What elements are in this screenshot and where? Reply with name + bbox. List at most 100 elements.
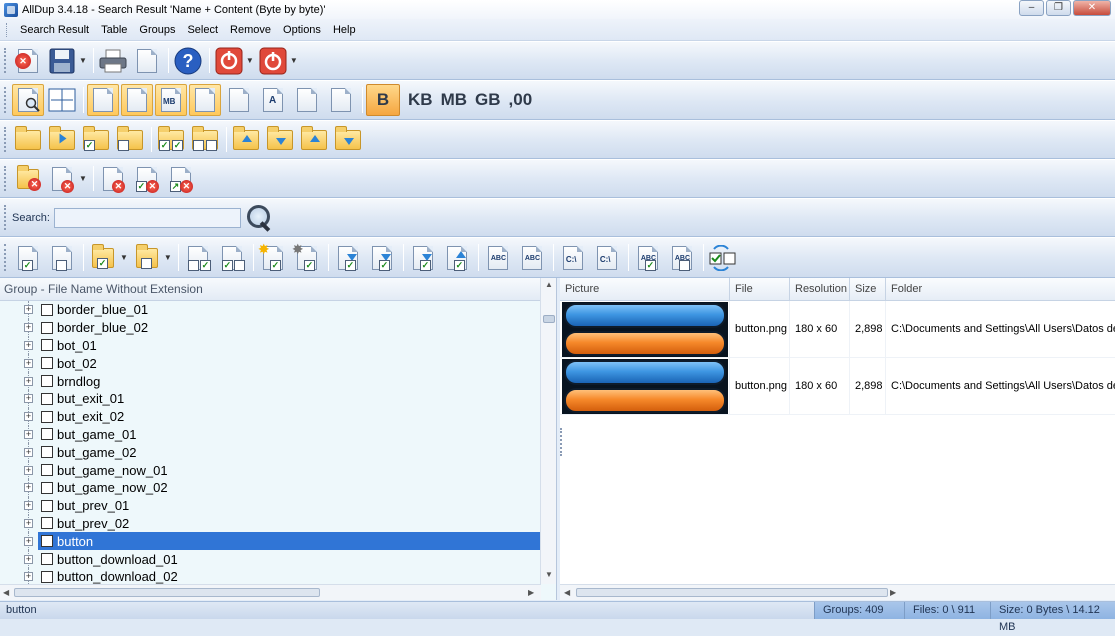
tree-row[interactable]: + but_game_02 (0, 443, 541, 462)
row-checkbox[interactable] (41, 339, 53, 352)
expand-icon[interactable]: + (24, 447, 33, 457)
unit-kb-button[interactable]: KB (408, 90, 433, 110)
row-checkbox[interactable] (41, 481, 53, 494)
row-checkbox[interactable] (41, 392, 53, 405)
expand-icon[interactable]: + (24, 412, 33, 422)
tree-row[interactable]: + button_download_02 (0, 567, 541, 584)
open-folder-button[interactable] (12, 124, 44, 156)
select-shortest-name-button[interactable]: ✓ (407, 242, 439, 274)
delete-files-button[interactable]: ✕ (97, 163, 129, 195)
unselect-by-name-button[interactable]: ABC (666, 242, 698, 274)
row-checkbox[interactable] (41, 464, 53, 477)
delete-shortcut-button[interactable]: ↗ ✕ (165, 163, 197, 195)
save-and-exit-button[interactable] (213, 45, 245, 77)
select-folder-dropdown-icon[interactable]: ▼ (120, 253, 128, 262)
close-results-button[interactable]: ✕ (12, 45, 44, 77)
select-except-last-button[interactable]: ✓ (216, 242, 248, 274)
power-dropdown-icon[interactable]: ▼ (290, 56, 298, 65)
select-in-folder-button[interactable]: ✓ (87, 242, 119, 274)
scrollbar-thumb[interactable] (543, 315, 555, 323)
column-date-button[interactable] (189, 84, 221, 116)
menu-table[interactable]: Table (95, 20, 133, 40)
tree-row[interactable]: + border_blue_02 (0, 318, 541, 337)
tree-row[interactable]: + but_prev_02 (0, 514, 541, 533)
invert-selection-button[interactable] (707, 242, 739, 274)
exit-button[interactable] (257, 45, 289, 77)
tree-row-selected[interactable]: + button (0, 532, 541, 551)
select-folder-button[interactable]: ✓ (80, 124, 112, 156)
column-modified-button[interactable] (223, 84, 255, 116)
delete-dropdown-icon[interactable]: ▼ (79, 174, 87, 183)
row-checkbox[interactable] (41, 446, 53, 459)
decimals-button[interactable]: ,00 (509, 90, 533, 110)
preview-toggle-button[interactable] (12, 84, 44, 116)
menu-groups[interactable]: Groups (133, 20, 181, 40)
print-preview-button[interactable] (131, 45, 163, 77)
unselect-folder-button[interactable] (114, 124, 146, 156)
row-checkbox[interactable] (41, 321, 53, 334)
row-checkbox[interactable] (41, 303, 53, 316)
row-checkbox[interactable] (41, 535, 53, 548)
column-file[interactable]: File (730, 278, 790, 300)
row-checkbox[interactable] (41, 517, 53, 530)
tree-row[interactable]: + bot_01 (0, 336, 541, 355)
unit-bytes-button[interactable]: B (366, 84, 400, 116)
column-attributes-button[interactable]: A (257, 84, 289, 116)
row-checkbox[interactable] (41, 375, 53, 388)
select-oldest-button[interactable]: ✸ ✓ (291, 241, 323, 274)
scroll-down-arrow-icon[interactable]: ▼ (545, 570, 553, 579)
unselect-all-button[interactable] (46, 242, 78, 274)
unselect-folder-dropdown-icon[interactable]: ▼ (164, 253, 172, 262)
tree-vertical-scrollbar[interactable]: ▲ ▼ (540, 278, 556, 584)
delete-file-button[interactable]: ✕ (46, 163, 78, 195)
sort-path-asc-button[interactable]: C:\ (557, 242, 589, 274)
maximize-button[interactable]: ❐ (1046, 0, 1071, 16)
expand-icon[interactable]: + (24, 536, 33, 546)
tree-horizontal-scrollbar[interactable]: ◀ ▶ (0, 584, 541, 600)
row-checkbox[interactable] (41, 428, 53, 441)
column-size-button[interactable]: MB (155, 84, 187, 116)
file-list-horizontal-scrollbar[interactable]: ◀ ▶ (560, 584, 1115, 600)
tree-row[interactable]: + border_blue_01 (0, 301, 541, 319)
unselect-in-folder-button[interactable] (131, 242, 163, 274)
menu-select[interactable]: Select (181, 20, 224, 40)
column-owner-button[interactable] (291, 84, 323, 116)
scrollbar-thumb[interactable] (576, 588, 888, 597)
column-size[interactable]: Size (850, 278, 886, 300)
delete-folder-files-button[interactable]: ✕ (12, 163, 44, 195)
menu-remove[interactable]: Remove (224, 20, 277, 40)
expand-icon[interactable]: + (24, 429, 33, 439)
expand-icon[interactable]: + (24, 358, 33, 368)
expand-icon[interactable]: + (24, 323, 33, 333)
tree-row[interactable]: + brndlog (0, 372, 541, 390)
column-picture-button[interactable] (121, 84, 153, 116)
select-smallest-button[interactable]: ✓ (332, 242, 364, 274)
column-picture[interactable]: Picture (560, 278, 730, 300)
select-except-first-button[interactable]: ✓ (182, 242, 214, 274)
tree-row[interactable]: + but_game_01 (0, 425, 541, 444)
expand-icon[interactable]: + (24, 340, 33, 350)
search-magnifier-icon[interactable] (244, 203, 274, 233)
file-row[interactable]: button.png 180 x 60 2,898 C:\Documents a… (560, 358, 1115, 415)
menu-options[interactable]: Options (277, 20, 327, 40)
search-input[interactable] (53, 207, 241, 228)
expand-icon[interactable]: + (24, 501, 33, 511)
row-checkbox[interactable] (41, 357, 53, 370)
column-folder-button[interactable] (87, 84, 119, 116)
select-by-name-button[interactable]: ABC ✓ (632, 242, 664, 274)
tree-row[interactable]: + but_exit_02 (0, 407, 541, 426)
sort-name-asc-button[interactable]: ABC (482, 242, 514, 274)
tree-row[interactable]: + but_prev_01 (0, 496, 541, 515)
scroll-right-arrow-icon[interactable]: ▶ (528, 588, 534, 597)
expand-icon[interactable]: + (24, 518, 33, 528)
save-button[interactable] (46, 45, 78, 77)
row-checkbox[interactable] (41, 499, 53, 512)
unit-mb-button[interactable]: MB (441, 90, 467, 110)
scrollbar-thumb[interactable] (14, 588, 320, 597)
scroll-left-arrow-icon[interactable]: ◀ (564, 588, 570, 597)
expand-icon[interactable]: + (24, 572, 33, 582)
menu-search-result[interactable]: Search Result (14, 20, 95, 40)
sort-path-desc-button[interactable]: C:\ (591, 242, 623, 274)
expand-icon[interactable]: + (24, 465, 33, 475)
split-view-button[interactable] (46, 84, 78, 116)
